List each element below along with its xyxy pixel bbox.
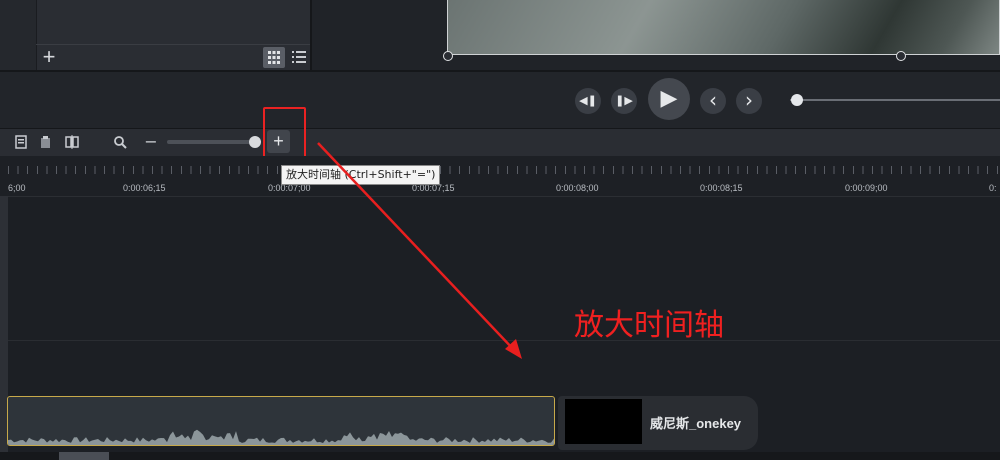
grid-icon <box>268 51 280 64</box>
canvas-preview-image[interactable] <box>447 0 1000 55</box>
ruler-tick-label: 0:00:08;15 <box>700 183 743 193</box>
playhead-scrubber-knob[interactable] <box>791 94 803 106</box>
zoom-out-button[interactable]: − <box>142 133 160 151</box>
next-frame-button[interactable]: ❚▶ <box>611 88 637 114</box>
media-bin-divider <box>36 44 310 45</box>
ruler-tick-label: 0: <box>989 183 997 193</box>
ruler-tick-label: 0:00:09;00 <box>845 183 888 193</box>
zoom-search-icon <box>111 133 129 151</box>
previous-frame-button[interactable]: ◀❚ <box>575 88 601 114</box>
paste-icon[interactable] <box>37 133 55 151</box>
audio-clip[interactable] <box>7 396 555 446</box>
zoom-slider-knob[interactable] <box>249 136 261 148</box>
play-button[interactable]: ▶ <box>648 78 690 120</box>
resize-handle[interactable] <box>443 51 453 61</box>
zoom-in-tooltip: 放大时间轴 (Ctrl+Shift+"=") <box>281 165 441 185</box>
timeline-horizontal-scrollbar[interactable] <box>0 452 1000 460</box>
ruler-tick-label: 6;00 <box>8 183 26 193</box>
ruler-ticks <box>8 166 1000 174</box>
add-media-button[interactable]: + <box>37 46 61 68</box>
playhead-scrubber-track[interactable] <box>790 99 1000 101</box>
resize-handle[interactable] <box>896 51 906 61</box>
list-icon <box>292 51 306 63</box>
ruler-tick-label: 0:00:06;15 <box>123 183 166 193</box>
scrollbar-thumb[interactable] <box>59 452 109 460</box>
step-forward-button[interactable]: › <box>736 88 762 114</box>
copy-icon[interactable] <box>12 133 30 151</box>
video-clip-thumbnail <box>565 399 642 444</box>
list-view-button[interactable] <box>289 47 309 68</box>
grid-view-button[interactable] <box>263 47 285 68</box>
video-clip-label: 威尼斯_onekey <box>650 416 742 431</box>
ruler-tick-label: 0:00:08;00 <box>556 183 599 193</box>
split-icon[interactable] <box>63 133 81 151</box>
track-divider <box>8 340 1000 341</box>
media-bin-sidebar <box>0 0 37 70</box>
zoom-slider-track[interactable] <box>167 140 257 144</box>
step-back-button[interactable]: ‹ <box>700 88 726 114</box>
annotation-label: 放大时间轴 <box>574 308 724 343</box>
audio-waveform <box>8 429 554 445</box>
